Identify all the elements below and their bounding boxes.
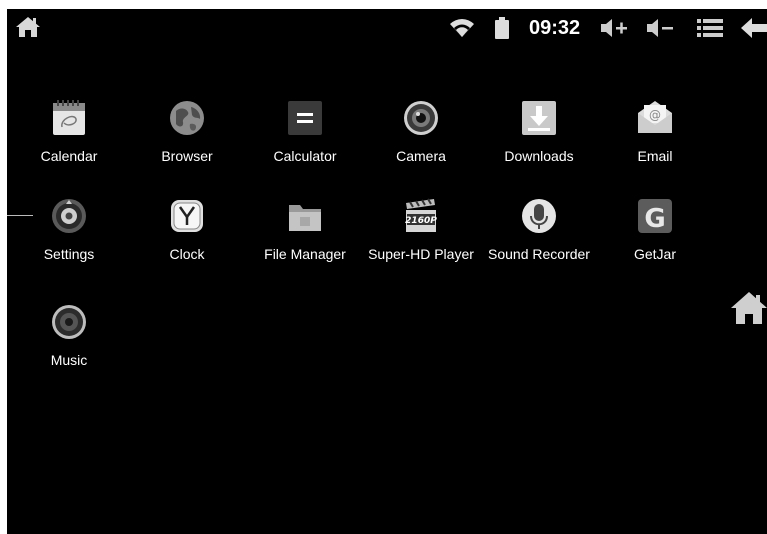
clock-time: 09:32: [529, 17, 581, 39]
app-email[interactable]: @ Email: [599, 99, 711, 179]
app-sound-recorder[interactable]: Sound Recorder: [483, 197, 595, 277]
home-screen: 09:32 Calendar Browser Calculator Camera…: [7, 9, 767, 534]
globe-icon: [170, 101, 204, 135]
home-icon[interactable]: [731, 291, 767, 325]
clock-icon: [171, 200, 203, 232]
gear-icon: [52, 199, 86, 233]
app-label: Calendar: [40, 148, 98, 164]
app-music[interactable]: Music: [13, 303, 125, 383]
app-camera[interactable]: Camera: [365, 99, 477, 179]
status-bar: 09:32: [7, 9, 767, 45]
speaker-icon: [52, 305, 86, 339]
app-label: Browser: [161, 148, 213, 164]
calculator-icon: [288, 101, 322, 135]
app-label: GetJar: [633, 246, 676, 262]
getjar-icon: G: [638, 199, 672, 234]
app-calculator[interactable]: Calculator: [249, 99, 361, 179]
email-icon: @: [638, 101, 672, 133]
app-getjar[interactable]: G GetJar: [599, 197, 711, 277]
download-icon: [522, 101, 556, 135]
app-label: Super-HD Player: [368, 246, 474, 262]
app-browser[interactable]: Browser: [131, 99, 243, 179]
app-file-manager[interactable]: File Manager: [249, 197, 361, 277]
volume-up-icon[interactable]: [599, 17, 629, 39]
wifi-icon: [450, 19, 474, 37]
app-downloads[interactable]: Downloads: [483, 99, 595, 179]
app-calendar[interactable]: Calendar: [13, 99, 125, 179]
app-label: Camera: [396, 148, 446, 164]
app-super-hd-player[interactable]: 2160P Super-HD Player: [365, 197, 477, 277]
calendar-icon: [53, 100, 85, 135]
clapperboard-icon: 2160P: [405, 198, 437, 232]
home-icon[interactable]: [15, 15, 41, 39]
app-label: Music: [50, 352, 88, 368]
back-icon[interactable]: [741, 17, 767, 39]
battery-icon: [495, 17, 509, 39]
resolution-badge: 2160P: [405, 216, 437, 226]
app-label: Settings: [43, 246, 95, 262]
svg-text:G: G: [644, 204, 665, 234]
svg-text:@: @: [649, 108, 661, 122]
microphone-icon: [522, 199, 556, 233]
app-clock[interactable]: Clock: [131, 197, 243, 277]
app-settings[interactable]: Settings: [13, 197, 125, 277]
app-label: Clock: [169, 246, 205, 262]
camera-icon: [404, 101, 438, 135]
volume-down-icon[interactable]: [645, 17, 675, 39]
app-label: Email: [637, 148, 673, 164]
menu-icon[interactable]: [697, 18, 723, 38]
folder-icon: [289, 205, 321, 231]
